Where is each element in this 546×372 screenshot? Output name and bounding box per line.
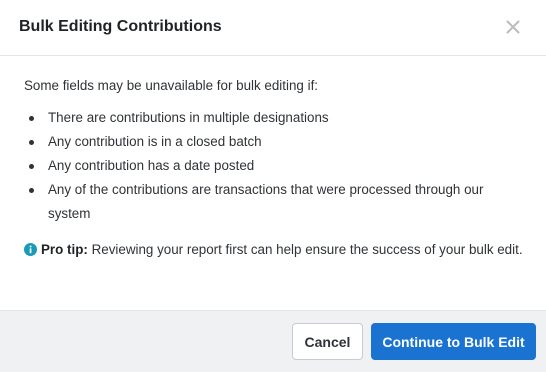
list-item: Any contribution is in a closed batch [24,130,524,154]
dialog-title: Bulk Editing Contributions [19,18,222,35]
list-item: Any of the contributions are transaction… [24,178,524,226]
pro-tip-label: Pro tip: [41,242,88,257]
bulk-edit-dialog: Bulk Editing Contributions Some fields m… [0,0,546,372]
dialog-body: Some fields may be unavailable for bulk … [0,56,546,310]
list-item: Any contribution has a date posted [24,154,524,178]
dialog-header: Bulk Editing Contributions [0,0,546,56]
dialog-footer: Cancel Continue to Bulk Edit [0,310,546,372]
close-button[interactable] [506,17,524,37]
info-icon [24,240,37,264]
conditions-list: There are contributions in multiple desi… [24,106,524,226]
pro-tip: Pro tip: Reviewing your report first can… [24,238,524,264]
intro-text: Some fields may be unavailable for bulk … [24,78,319,93]
cancel-button[interactable]: Cancel [292,323,363,360]
list-item: There are contributions in multiple desi… [24,106,524,130]
pro-tip-text: Reviewing your report first can help ens… [87,242,523,257]
close-icon [506,20,524,34]
continue-to-bulk-edit-button[interactable]: Continue to Bulk Edit [371,323,536,360]
